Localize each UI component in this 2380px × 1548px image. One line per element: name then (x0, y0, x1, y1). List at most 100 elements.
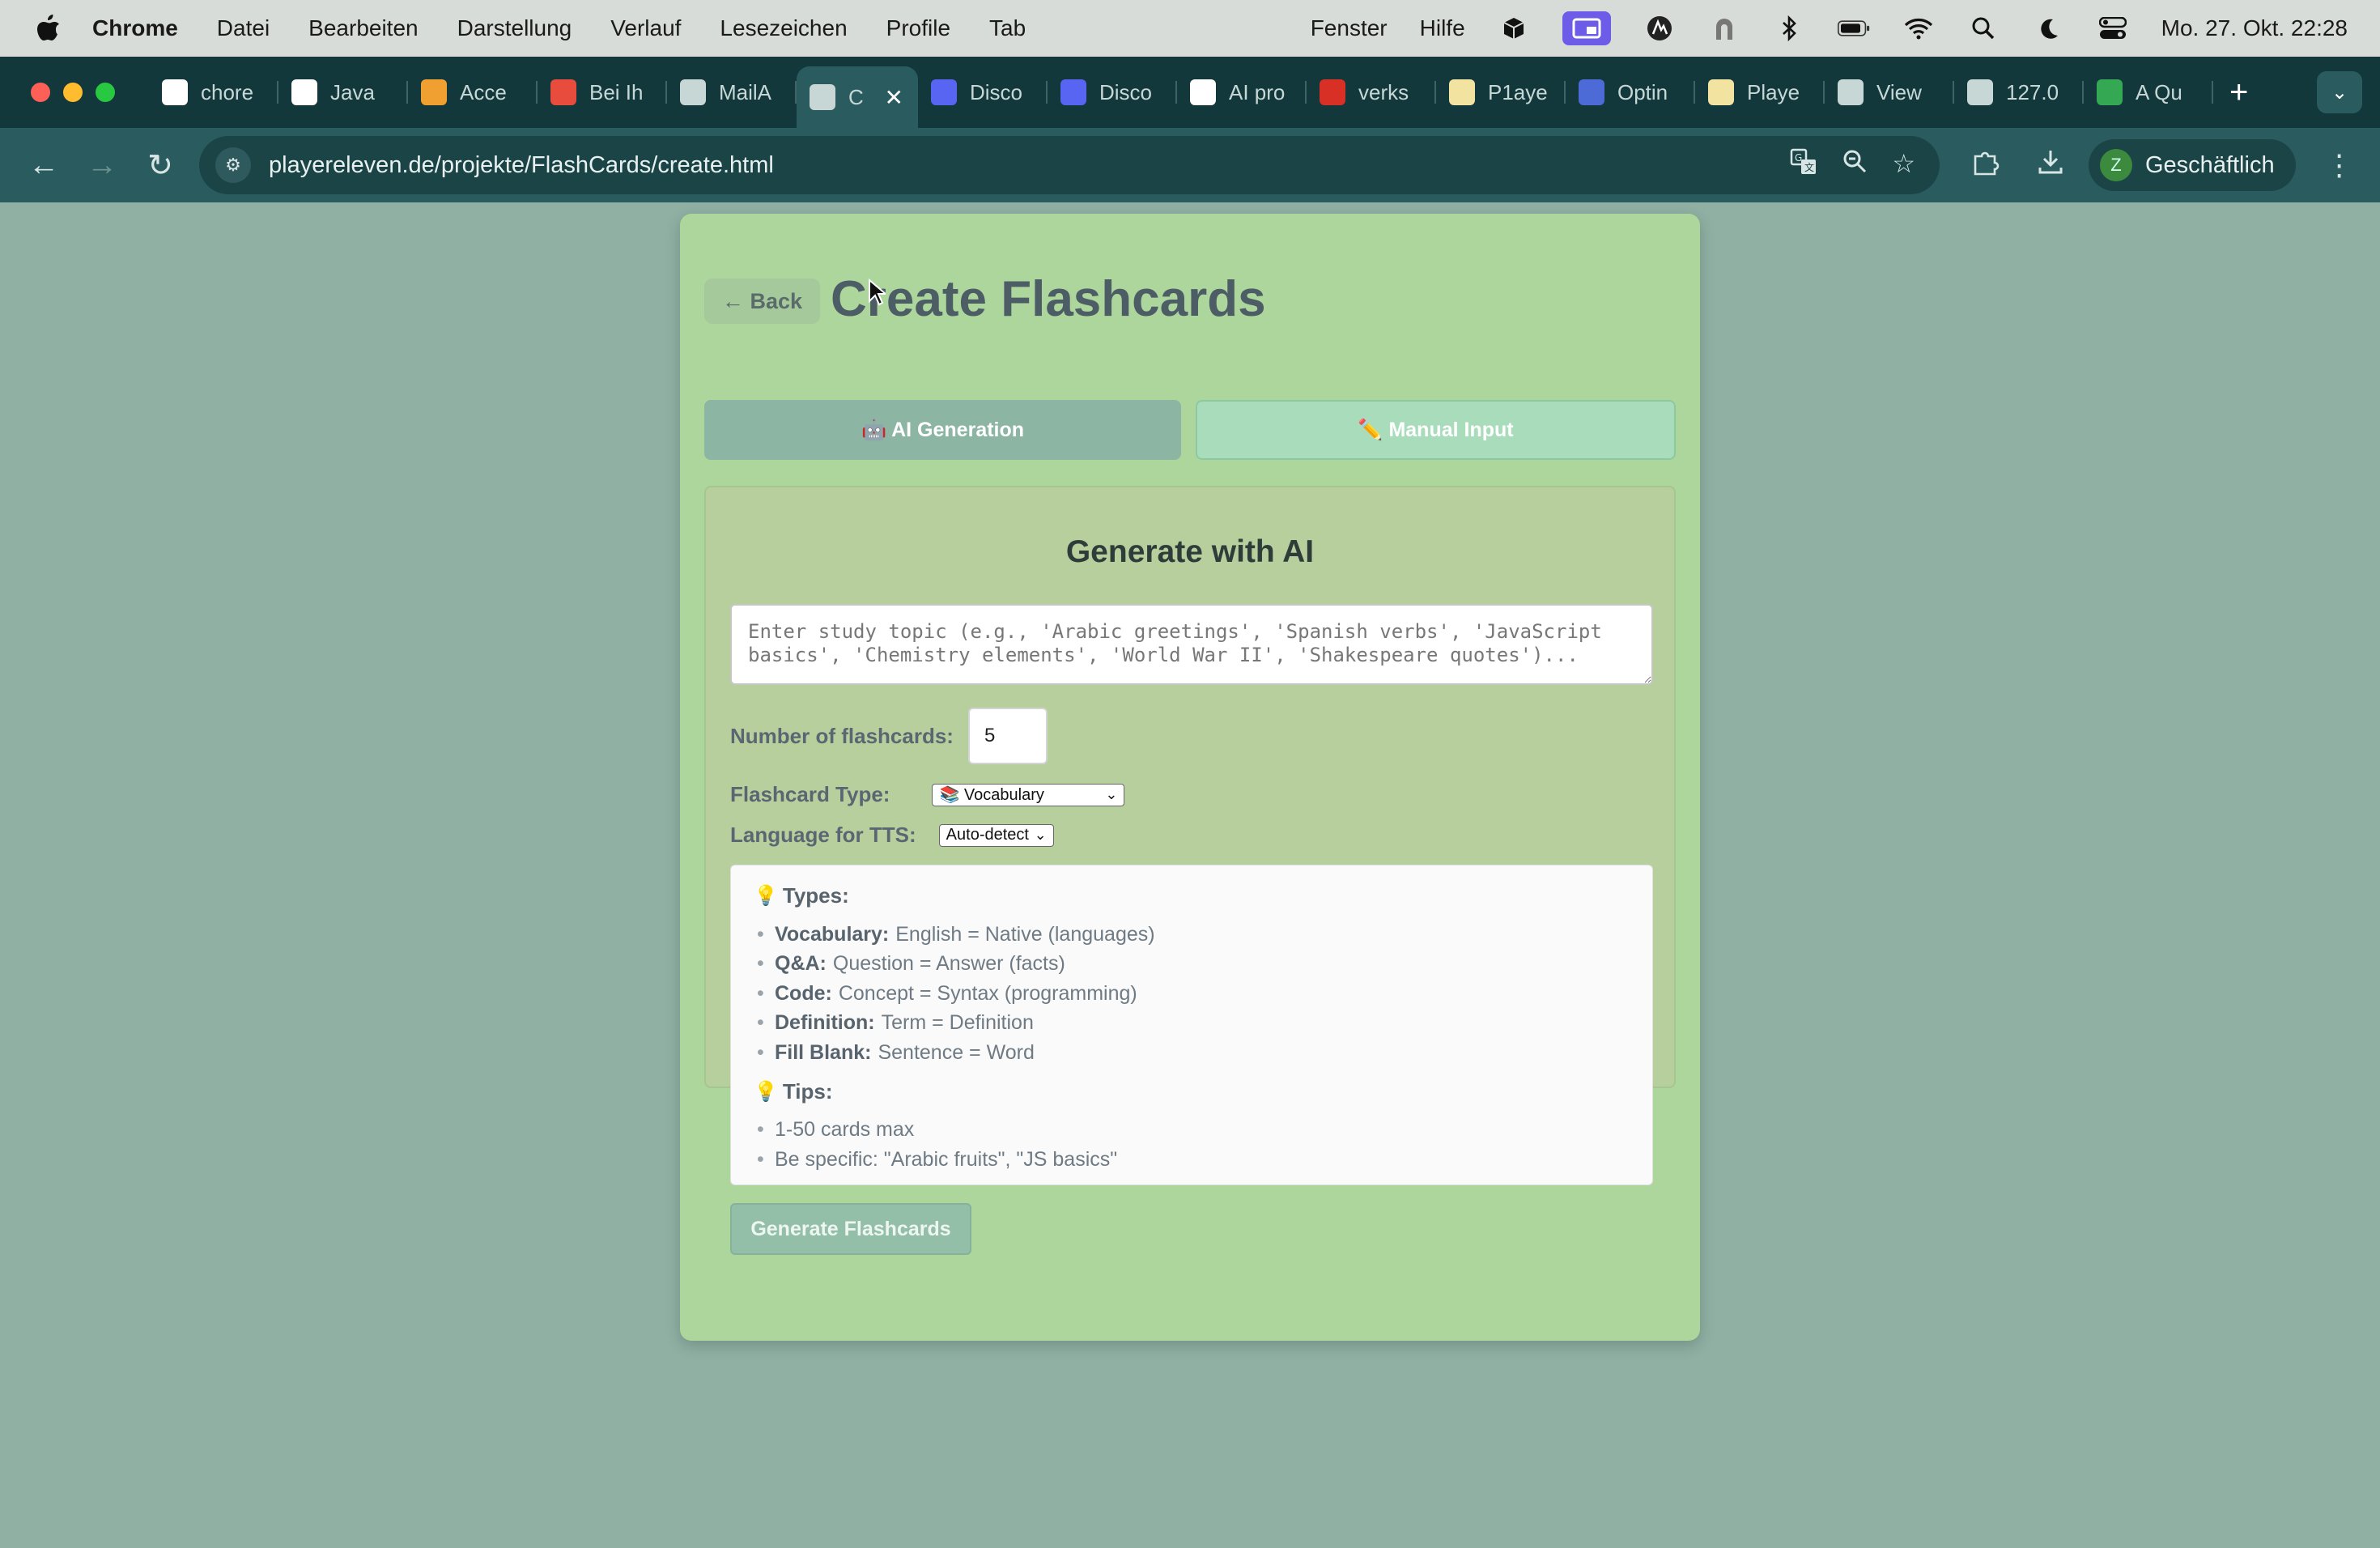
page-icon (1449, 79, 1475, 105)
type-name: Code: (775, 981, 832, 1005)
tab-label: View (1876, 79, 1922, 104)
back-button[interactable]: ← Back (704, 279, 821, 324)
auth-icon (421, 79, 447, 105)
menubar-clock[interactable]: Mo. 27. Okt. 22:28 (2161, 15, 2348, 41)
type-name: Vocabulary: (775, 922, 890, 946)
wifi-icon[interactable] (1902, 14, 1935, 43)
zoom-icon[interactable] (1842, 148, 1868, 182)
reload-icon[interactable]: ↻ (136, 141, 185, 189)
extensions-puzzle-icon[interactable] (1972, 148, 2000, 183)
tab-label: Bei Ih (589, 79, 644, 104)
minimize-window-icon[interactable] (63, 83, 83, 102)
browser-tab[interactable]: Optin (1566, 66, 1695, 118)
macos-menubar: Chrome Datei Bearbeiten Darstellung Verl… (0, 0, 2380, 57)
tab-separator (2212, 81, 2213, 104)
list-item: Definition:Term = Definition (754, 1009, 1630, 1039)
bluetooth-icon[interactable] (1773, 14, 1805, 43)
type-desc: English = Native (languages) (895, 922, 1155, 946)
mode-tabs: 🤖 AI Generation ✏️ Manual Input (704, 400, 1676, 460)
language-select-value: Auto-detect (946, 826, 1029, 844)
more-menu-icon[interactable]: ⋮ (2325, 148, 2354, 182)
profile-button[interactable]: Z Geschäftlich (2089, 139, 2296, 191)
types-list: Vocabulary:English = Native (languages) … (754, 920, 1630, 1068)
bookmark-star-icon[interactable]: ☆ (1892, 148, 1915, 182)
control-center-icon[interactable] (2097, 14, 2129, 43)
close-tab-icon[interactable]: ✕ (885, 84, 903, 111)
menu-tab[interactable]: Tab (989, 15, 1026, 41)
type-name: Definition: (775, 1011, 875, 1035)
menu-bearbeiten[interactable]: Bearbeiten (308, 15, 418, 41)
number-input[interactable] (967, 708, 1048, 764)
menu-fenster[interactable]: Fenster (1311, 15, 1388, 41)
ai-generation-panel: Generate with AI Number of flashcards: F… (704, 486, 1676, 1255)
browser-tab[interactable]: P1aye (1436, 66, 1566, 118)
spotlight-search-icon[interactable] (1967, 14, 2000, 43)
translate-icon[interactable]: G文 (1790, 148, 1817, 182)
browser-toolbar: ← → ↻ ⚙ playereleven.de/projekte/FlashCa… (0, 128, 2380, 202)
profile-name: Geschäftlich (2145, 151, 2275, 178)
tab-label: verks (1358, 79, 1409, 104)
browser-tab[interactable]: chore (149, 66, 278, 118)
battery-icon (1837, 14, 1870, 43)
browser-tab[interactable]: View (1825, 66, 1954, 118)
menu-hilfe[interactable]: Hilfe (1420, 15, 1465, 41)
menu-verlauf[interactable]: Verlauf (610, 15, 681, 41)
browser-tab[interactable]: verks (1307, 66, 1436, 118)
type-select[interactable]: 📚 Vocabulary ⌄ (932, 783, 1125, 806)
chevron-down-icon: ⌄ (1105, 786, 1118, 802)
language-label: Language for TTS: (730, 823, 916, 847)
zoom-window-icon[interactable] (96, 83, 115, 102)
browser-tab[interactable]: AI pro (1177, 66, 1307, 118)
browser-tab[interactable]: Acce (408, 66, 538, 118)
number-row: Number of flashcards: (730, 708, 1048, 764)
list-item: Code:Concept = Syntax (programming) (754, 979, 1630, 1009)
box-icon[interactable] (1498, 14, 1530, 43)
screen-share-icon[interactable] (1562, 11, 1611, 45)
close-window-icon[interactable] (31, 83, 50, 102)
focus-moon-icon[interactable] (2032, 14, 2064, 43)
check-icon (1579, 79, 1604, 105)
discord-icon (1060, 79, 1086, 105)
tab-ai-generation[interactable]: 🤖 AI Generation (704, 400, 1181, 460)
type-name: Fill Blank: (775, 1040, 872, 1064)
address-bar[interactable]: ⚙ playereleven.de/projekte/FlashCards/cr… (199, 136, 1940, 194)
topic-input[interactable] (730, 604, 1653, 685)
browser-tab[interactable]: C ✕ (797, 66, 918, 128)
menu-app-chrome[interactable]: Chrome (92, 15, 178, 41)
tabs: chore Java Acce Bei Ih MailA C ✕ Disco Disco AI p… (149, 57, 2213, 128)
menu-darstellung[interactable]: Darstellung (457, 15, 572, 41)
new-tab-button[interactable]: + (2229, 74, 2248, 111)
browser-tab[interactable]: 127.0 (1954, 66, 2084, 118)
type-row: Flashcard Type: 📚 Vocabulary ⌄ (730, 782, 1125, 807)
type-label: Flashcard Type: (730, 782, 890, 806)
apple-icon[interactable] (32, 11, 63, 46)
language-select[interactable]: Auto-detect ⌄ (938, 823, 1054, 847)
menu-profile[interactable]: Profile (886, 15, 950, 41)
browser-tab[interactable]: Disco (918, 66, 1048, 118)
browser-tab[interactable]: Disco (1048, 66, 1177, 118)
forward-arrow-icon[interactable]: → (78, 141, 126, 189)
type-desc: Sentence = Word (878, 1040, 1035, 1064)
url-text[interactable]: playereleven.de/projekte/FlashCards/crea… (269, 152, 774, 179)
tab-label: P1aye (1488, 79, 1548, 104)
menu-lesezeichen[interactable]: Lesezeichen (720, 15, 847, 41)
tab-label: Java (330, 79, 375, 104)
tab-manual-input[interactable]: ✏️ Manual Input (1196, 400, 1676, 460)
tab-label: Acce (460, 79, 507, 104)
back-arrow-icon[interactable]: ← (19, 141, 68, 189)
tab-search-chevron-icon[interactable]: ⌄ (2317, 71, 2362, 113)
generate-button[interactable]: Generate Flashcards (730, 1203, 971, 1255)
vpn-icon[interactable] (1708, 14, 1740, 43)
creative-cloud-icon[interactable] (1643, 14, 1676, 43)
tab-label: chore (201, 79, 254, 104)
download-icon[interactable] (2037, 148, 2064, 183)
tab-label: 127.0 (2006, 79, 2059, 104)
browser-tab[interactable]: MailA (667, 66, 797, 118)
site-settings-icon[interactable]: ⚙ (215, 147, 251, 183)
browser-tab[interactable]: Bei Ih (538, 66, 667, 118)
types-heading: 💡 Types: (754, 883, 1630, 908)
browser-tab[interactable]: Java (278, 66, 408, 118)
browser-tab[interactable]: Playe (1695, 66, 1825, 118)
menu-datei[interactable]: Datei (217, 15, 270, 41)
browser-tab[interactable]: A Qu (2084, 66, 2213, 118)
